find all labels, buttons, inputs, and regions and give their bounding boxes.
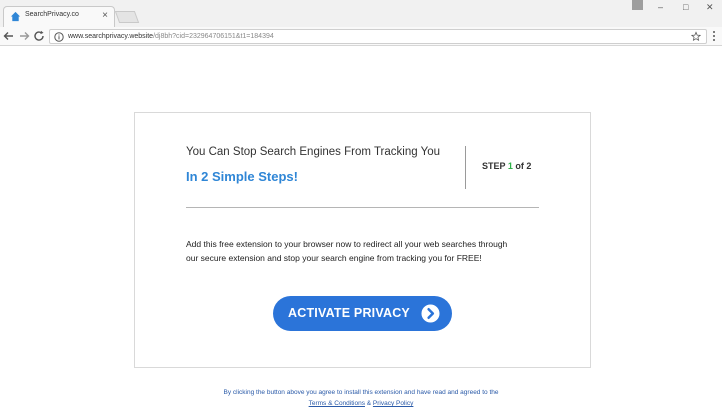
footer-links: Terms & Conditions & Privacy Policy — [0, 398, 722, 409]
description-text: Add this free extension to your browser … — [186, 239, 508, 263]
maximize-button[interactable]: □ — [683, 2, 688, 12]
close-window-button[interactable]: ✕ — [706, 2, 714, 12]
headline-line1: You Can Stop Search Engines From Trackin… — [186, 146, 441, 158]
star-icon[interactable] — [691, 31, 701, 42]
vertical-divider — [465, 146, 466, 189]
url-path: /dj8bh?cid=232964706151&t1=184394 — [153, 33, 274, 40]
browser-titlebar: SearchPrivacy.co × – □ ✕ — [0, 0, 722, 27]
kebab-menu-icon[interactable] — [711, 30, 717, 42]
back-arrow-icon[interactable] — [2, 29, 16, 43]
horizontal-divider — [186, 207, 539, 208]
home-icon — [10, 11, 21, 22]
footer-line1: By clicking the button above you agree t… — [223, 389, 499, 396]
step-suffix: of 2 — [512, 161, 532, 171]
info-icon[interactable] — [54, 32, 64, 42]
tab-title: SearchPrivacy.co — [25, 11, 79, 18]
url-host: www.searchprivacy.website — [68, 33, 154, 40]
chevron-right-circle-icon — [421, 304, 440, 323]
privacy-policy-link[interactable]: Privacy Policy — [373, 400, 413, 407]
new-tab-button[interactable] — [114, 11, 140, 23]
reload-icon[interactable] — [32, 29, 46, 43]
browser-toolbar: www.searchprivacy.website/dj8bh?cid=2329… — [0, 27, 722, 46]
activate-privacy-label: ACTIVATE PRIVACY — [288, 306, 410, 320]
profile-icon[interactable] — [632, 0, 643, 10]
url-text[interactable]: www.searchprivacy.website/dj8bh?cid=2329… — [68, 32, 274, 42]
promo-card: You Can Stop Search Engines From Trackin… — [134, 112, 591, 368]
footer-ampersand: & — [364, 400, 373, 407]
address-bar[interactable]: www.searchprivacy.website/dj8bh?cid=2329… — [49, 29, 707, 44]
tab-close-button[interactable]: × — [102, 9, 108, 23]
step-indicator: STEP 1 of 2 — [482, 161, 531, 171]
activate-privacy-button[interactable]: ACTIVATE PRIVACY — [273, 296, 452, 331]
terms-link[interactable]: Terms & Conditions — [309, 400, 365, 407]
minimize-button[interactable]: – — [658, 2, 663, 12]
footer-disclaimer: By clicking the button above you agree t… — [0, 387, 722, 409]
step-prefix: STEP — [482, 161, 508, 171]
browser-tab[interactable]: SearchPrivacy.co × — [3, 6, 115, 27]
forward-arrow-icon[interactable] — [17, 29, 31, 43]
headline-line2: In 2 Simple Steps! — [186, 169, 298, 184]
